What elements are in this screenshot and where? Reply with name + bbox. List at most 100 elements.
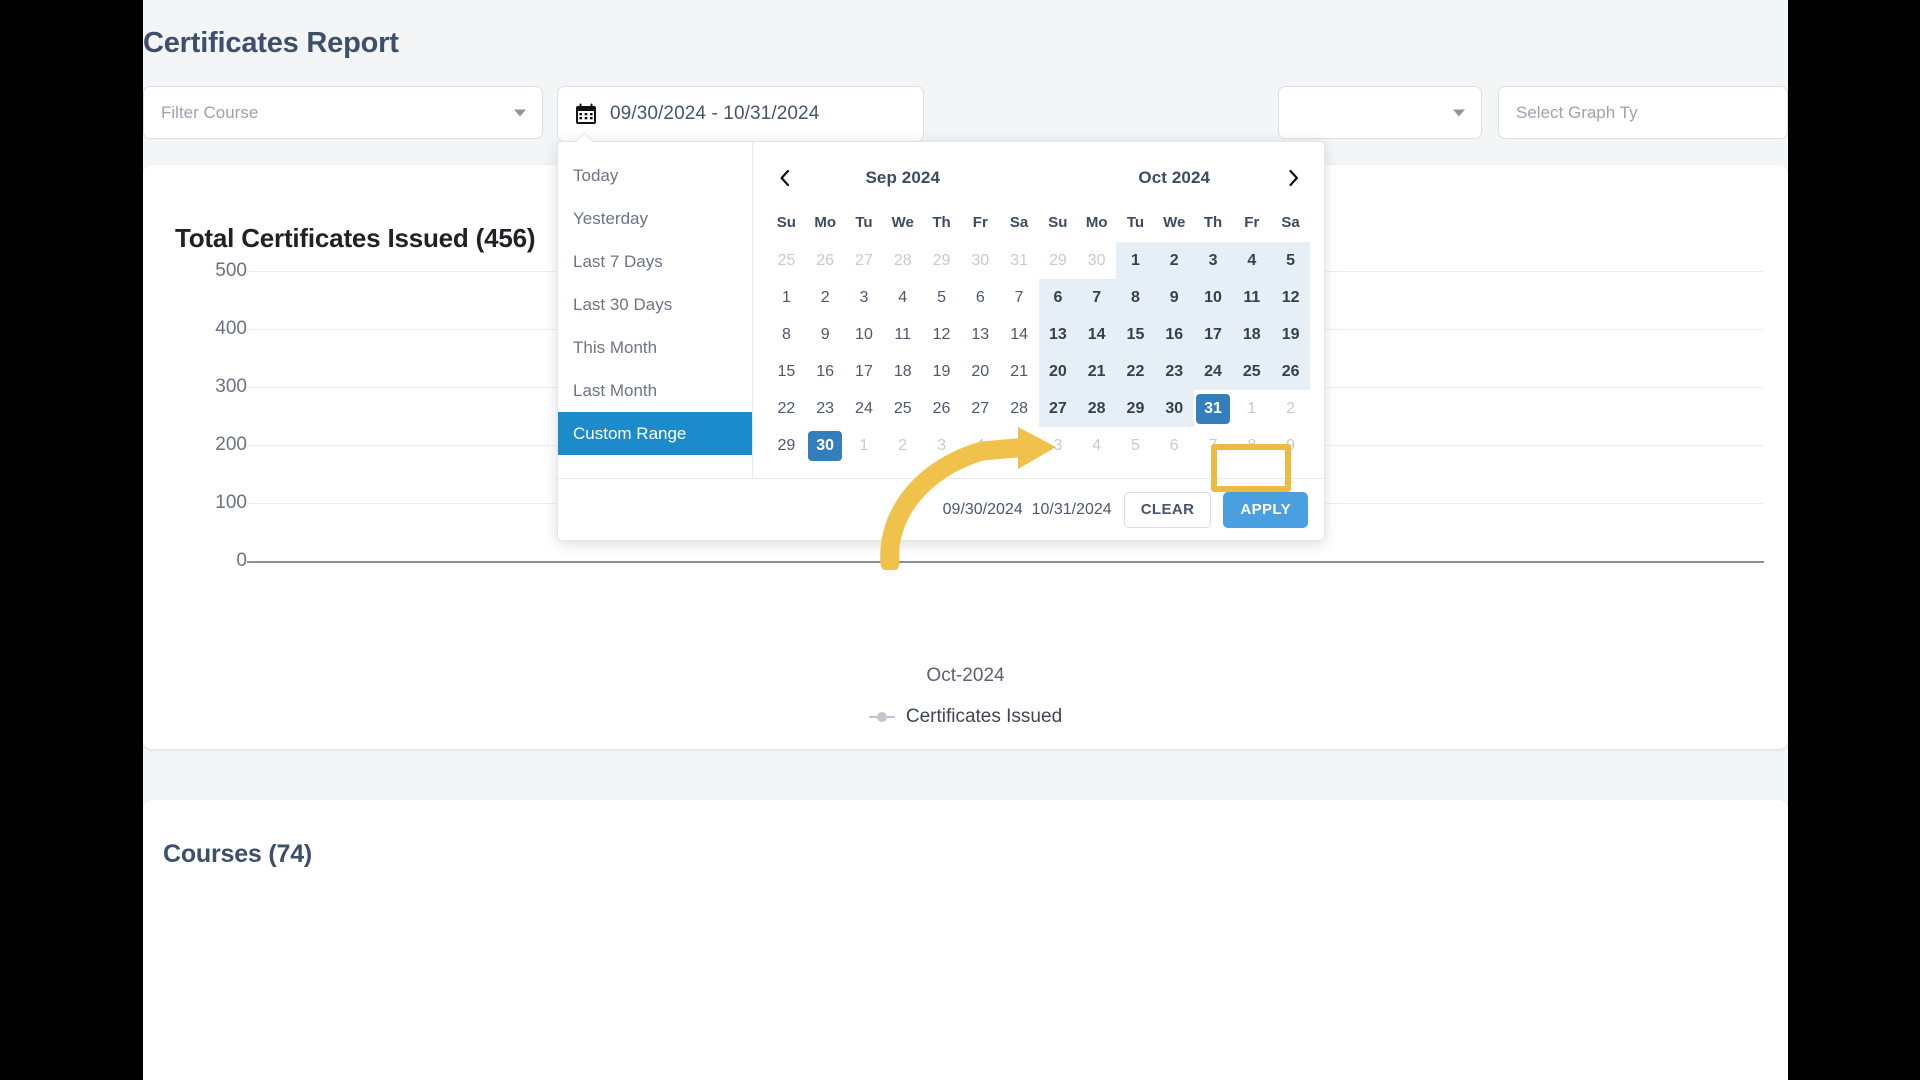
date-range-input[interactable]: 09/30/2024 - 10/31/2024 [557,86,924,142]
calendar-day-cell[interactable]: 31 [1000,242,1039,279]
calendar-day-cell[interactable]: 28 [1000,390,1039,427]
calendar-day-cell[interactable]: 29 [1039,242,1078,279]
calendar-day-cell[interactable]: 20 [1038,353,1078,390]
calendar-day-cell[interactable]: 8 [1232,427,1271,464]
calendar-day-cell[interactable]: 6 [1038,279,1078,316]
calendar-day-cell[interactable]: 9 [1154,279,1194,316]
calendar-day-cell[interactable]: 26 [1271,353,1310,390]
filter-course-select[interactable]: Filter Course [143,86,543,139]
calendar-day-cell[interactable]: 28 [1077,390,1117,427]
calendar-day-cell[interactable]: 12 [922,316,961,353]
calendar-day-cell[interactable]: 15 [1116,316,1155,353]
calendar-day-cell[interactable]: 1 [845,427,884,464]
calendar-day-cell[interactable]: 16 [806,353,845,390]
calendar-day-cell[interactable]: 29 [1116,390,1155,427]
preset-range-today[interactable]: Today [558,154,752,197]
calendar-day-cell[interactable]: 11 [883,316,922,353]
calendar-day-cell[interactable]: 21 [1000,353,1039,390]
calendar-day-cell[interactable]: 10 [1193,279,1233,316]
calendar-day-cell[interactable]: 1 [767,279,806,316]
calendar-day-cell[interactable]: 7 [1000,279,1039,316]
calendar-day-cell[interactable]: 4 [1077,427,1116,464]
calendar-day-cell[interactable]: 2 [806,279,845,316]
calendar-day-cell[interactable]: 2 [883,427,922,464]
calendar-day-cell[interactable]: 5 [922,279,961,316]
calendar-day-cell[interactable]: 24 [845,390,884,427]
calendar-day-cell[interactable]: 29 [767,427,806,464]
preset-range-last-30-days[interactable]: Last 30 Days [558,283,752,326]
calendar-day-cell[interactable]: 8 [767,316,806,353]
calendar-day-cell[interactable]: 6 [961,279,1000,316]
calendar-day-cell[interactable]: 2 [1271,390,1310,427]
calendar-day-cell[interactable]: 19 [922,353,961,390]
calendar-day-cell[interactable]: 12 [1271,279,1310,316]
calendar-day-cell[interactable]: 5 [1271,242,1310,279]
calendar-day-cell[interactable]: 29 [922,242,961,279]
calendar-day-cell[interactable]: 16 [1154,316,1194,353]
clear-button[interactable]: CLEAR [1123,491,1212,528]
calendar-day-cell[interactable]: 17 [1193,316,1233,353]
calendar-day-cell[interactable]: 25 [767,242,806,279]
calendar-day-cell[interactable]: 30 [1077,242,1116,279]
calendar-day-cell[interactable]: 18 [1232,316,1272,353]
calendar-day-cell[interactable]: 27 [961,390,1000,427]
calendar-day-cell[interactable]: 7 [1077,279,1117,316]
graph-option-select[interactable] [1278,86,1482,139]
calendar-day-cell[interactable]: 31 [1194,390,1233,427]
calendar-day-cell[interactable]: 30 [1154,390,1194,427]
preset-range-last-month[interactable]: Last Month [558,369,752,412]
calendar-day-cell[interactable]: 30 [806,427,845,464]
calendar-day-cell[interactable]: 13 [1038,316,1078,353]
calendar-day-cell[interactable]: 3 [845,279,884,316]
calendar-day-cell[interactable]: 26 [922,390,961,427]
calendar-day-cell[interactable]: 10 [845,316,884,353]
calendar-day-cell[interactable]: 14 [1077,316,1117,353]
calendar-day-cell[interactable]: 1 [1232,390,1271,427]
calendar-day-cell[interactable]: 7 [1194,427,1233,464]
calendar-day-cell[interactable]: 3 [1193,242,1233,279]
calendar-day-cell[interactable]: 17 [845,353,884,390]
calendar-day-cell[interactable]: 14 [1000,316,1039,353]
calendar-day-cell[interactable]: 11 [1232,279,1272,316]
calendar-day-cell[interactable]: 27 [1038,390,1078,427]
calendar-day-cell[interactable]: 22 [1116,353,1155,390]
apply-button[interactable]: APPLY [1223,491,1308,528]
calendar-day-cell[interactable]: 3 [922,427,961,464]
calendar-day-cell[interactable]: 9 [806,316,845,353]
calendar-day-cell[interactable]: 15 [767,353,806,390]
preset-range-custom-range[interactable]: Custom Range [558,412,752,455]
calendar-day-cell[interactable]: 4 [883,279,922,316]
calendar-day-cell[interactable]: 25 [1232,353,1272,390]
calendar-day-cell[interactable]: 13 [961,316,1000,353]
calendar-day-cell[interactable]: 5 [1000,427,1039,464]
calendar-day-cell[interactable]: 2 [1154,242,1194,279]
calendar-day-cell[interactable]: 26 [806,242,845,279]
calendar-day-cell[interactable]: 30 [961,242,1000,279]
calendar-day-cell[interactable]: 1 [1116,242,1155,279]
calendar-day-cell[interactable]: 5 [1116,427,1155,464]
calendar-day-cell[interactable]: 4 [1232,242,1272,279]
calendar-day-cell[interactable]: 6 [1155,427,1194,464]
calendar-day-cell[interactable]: 23 [806,390,845,427]
calendar-day-label: 21 [1087,362,1106,380]
calendar-day-cell[interactable]: 22 [767,390,806,427]
calendar-day-cell[interactable]: 4 [961,427,1000,464]
calendar-day-cell[interactable]: 24 [1193,353,1233,390]
calendar-day-cell[interactable]: 9 [1271,427,1310,464]
calendar-day-cell[interactable]: 3 [1039,427,1078,464]
calendar-day-cell[interactable]: 8 [1116,279,1155,316]
preset-range-last-7-days[interactable]: Last 7 Days [558,240,752,283]
calendar-day-cell[interactable]: 23 [1154,353,1194,390]
calendar-day-cell[interactable]: 27 [845,242,884,279]
calendar-day-cell[interactable]: 20 [961,353,1000,390]
preset-range-this-month[interactable]: This Month [558,326,752,369]
calendar-day-cell[interactable]: 21 [1077,353,1117,390]
calendar-day-cell[interactable]: 25 [883,390,922,427]
preset-range-yesterday[interactable]: Yesterday [558,197,752,240]
calendar-day-cell[interactable]: 28 [883,242,922,279]
chevron-left-icon[interactable] [769,163,799,193]
select-graph-type[interactable]: Select Graph Ty [1498,86,1788,139]
calendar-day-cell[interactable]: 19 [1271,316,1310,353]
chevron-right-icon[interactable] [1278,163,1308,193]
calendar-day-cell[interactable]: 18 [883,353,922,390]
